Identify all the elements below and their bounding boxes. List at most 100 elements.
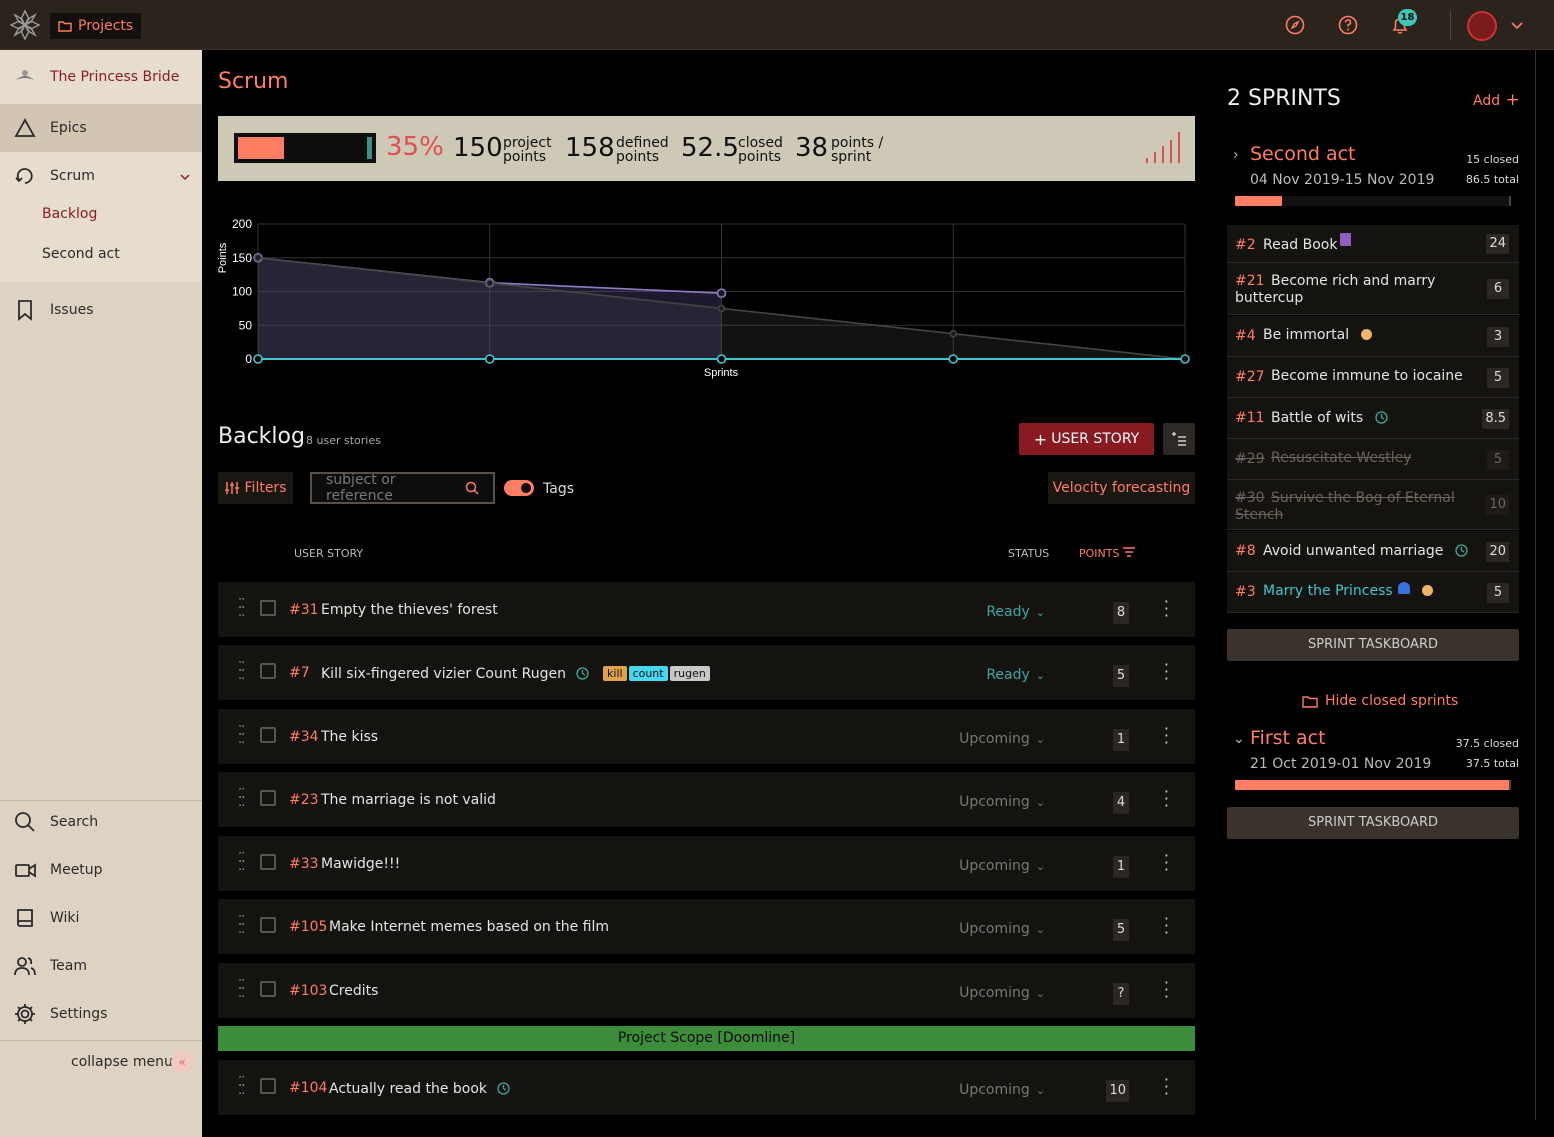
backlog-search-input[interactable]: subject or reference <box>310 472 495 504</box>
backlog-row[interactable]: ⁚⁚ ⁚⁚ #7 Kill six-fingered vizier Count Rug… <box>218 645 1195 700</box>
sprint-story-row[interactable]: #8 Avoid unwanted marriage 20 <box>1227 531 1519 572</box>
sidebar-item-epics[interactable]: Epics <box>0 104 202 152</box>
sprint-story-row[interactable]: #29 Resuscitate Westley 5 <box>1227 439 1519 480</box>
story-ref[interactable]: #104 <box>289 1080 327 1096</box>
story-subject[interactable]: Read Book <box>1263 233 1352 254</box>
backlog-row[interactable]: ⁚⁚ ⁚⁚ #33 Mawidge!!! Upcoming ⌄ 1 · · · <box>218 836 1195 891</box>
add-sprint-button[interactable]: Add + <box>1473 90 1520 110</box>
backlog-row[interactable]: ⁚⁚ ⁚⁚ #104 Actually read the book Upcoming ⌄ 1… <box>218 1060 1195 1115</box>
story-subject[interactable]: Survive the Bog of Eternal Stench <box>1235 490 1475 524</box>
backlog-row[interactable]: ⁚⁚ ⁚⁚ #105 Make Internet memes based on the… <box>218 899 1195 954</box>
story-subject[interactable]: Credits <box>329 983 378 999</box>
story-ref[interactable]: #8 <box>1235 543 1256 559</box>
backlog-row[interactable]: ⁚⁚ ⁚⁚ #31 Empty the thieves' forest Ready ⌄ 8 ·… <box>218 582 1195 637</box>
row-checkbox[interactable] <box>260 1078 276 1094</box>
drag-handle-icon[interactable]: ⁚⁚ ⁚⁚ <box>238 725 245 746</box>
story-ref[interactable]: #29 <box>1235 451 1265 467</box>
sprint-story-row[interactable]: #11 Battle of wits 8.5 <box>1227 398 1519 439</box>
sprint-story-row[interactable]: #21 Become rich and marry buttercup 6 <box>1227 263 1519 315</box>
sidebar-item-team[interactable]: Team <box>0 942 202 990</box>
more-options-icon[interactable]: · · · <box>1164 657 1169 687</box>
sidebar-item-wiki[interactable]: Wiki <box>0 894 202 942</box>
sprint-story-row[interactable]: #3 Marry the Princess 5 <box>1227 572 1519 613</box>
tags-toggle[interactable] <box>504 480 534 496</box>
chevron-right-icon[interactable]: › <box>1233 147 1239 163</box>
tag-kill[interactable]: kill <box>603 666 627 681</box>
story-ref[interactable]: #7 <box>289 665 310 681</box>
status-dropdown[interactable]: Upcoming ⌄ <box>959 985 1045 1001</box>
drag-handle-icon[interactable]: ⁚⁚ ⁚⁚ <box>238 598 245 619</box>
chevron-down-icon[interactable]: ⌄ <box>1233 731 1245 747</box>
story-ref[interactable]: #105 <box>289 919 327 935</box>
story-subject[interactable]: Make Internet memes based on the film <box>329 919 609 935</box>
sidebar-subitem-second-act[interactable]: Second act <box>42 246 120 262</box>
hide-closed-sprints-button[interactable]: Hide closed sprints <box>1302 693 1458 709</box>
drag-handle-icon[interactable]: ⁚⁚ ⁚⁚ <box>238 852 245 873</box>
story-points[interactable]: 1 <box>1113 856 1129 878</box>
more-options-icon[interactable]: · · · <box>1164 1072 1169 1102</box>
story-points[interactable]: 1 <box>1113 729 1129 751</box>
drag-handle-icon[interactable]: ⁚⁚ ⁚⁚ <box>238 788 245 809</box>
sidebar-item-settings[interactable]: Settings <box>0 990 202 1038</box>
story-subject[interactable]: Kill six-fingered vizier Count Rugen kill… <box>321 665 710 682</box>
sprint-taskboard-button[interactable]: SPRINT TASKBOARD <box>1227 629 1519 661</box>
sidebar-subitem-backlog[interactable]: Backlog <box>42 206 97 222</box>
status-dropdown[interactable]: Upcoming ⌄ <box>959 921 1045 937</box>
row-checkbox[interactable] <box>260 917 276 933</box>
row-checkbox[interactable] <box>260 854 276 870</box>
sprint-story-row[interactable]: #2 Read Book 24 <box>1227 225 1519 263</box>
sprint-story-row[interactable]: #30 Survive the Bog of Eternal Stench 10 <box>1227 480 1519 530</box>
more-options-icon[interactable]: · · · <box>1164 911 1169 941</box>
row-checkbox[interactable] <box>260 790 276 806</box>
story-subject[interactable]: The kiss <box>321 729 378 745</box>
collapse-menu-label[interactable]: collapse menu <box>71 1054 173 1070</box>
sidebar-item-search[interactable]: Search <box>0 798 202 846</box>
sidebar-item-scrum[interactable]: Scrum <box>0 152 202 200</box>
status-dropdown[interactable]: Ready ⌄ <box>986 667 1045 683</box>
sprint-taskboard-button[interactable]: SPRINT TASKBOARD <box>1227 807 1519 839</box>
story-ref[interactable]: #34 <box>289 729 319 745</box>
bulk-add-button[interactable] <box>1163 423 1195 455</box>
more-options-icon[interactable]: · · · <box>1164 848 1169 878</box>
row-checkbox[interactable] <box>260 981 276 997</box>
story-ref[interactable]: #27 <box>1235 369 1265 385</box>
story-subject[interactable]: Become immune to iocaine <box>1271 368 1463 385</box>
projects-button[interactable]: Projects <box>50 13 142 39</box>
drag-handle-icon[interactable]: ⁚⁚ ⁚⁚ <box>238 1076 245 1097</box>
status-dropdown[interactable]: Upcoming ⌄ <box>959 731 1045 747</box>
more-options-icon[interactable]: · · · <box>1164 721 1169 751</box>
column-header-points[interactable]: POINTS <box>1079 547 1135 560</box>
story-points[interactable]: 5 <box>1113 919 1129 941</box>
drag-handle-icon[interactable]: ⁚⁚ ⁚⁚ <box>238 661 245 682</box>
story-subject[interactable]: Avoid unwanted marriage <box>1263 542 1469 560</box>
story-points[interactable]: 8 <box>1113 602 1129 624</box>
story-subject[interactable]: Empty the thieves' forest <box>321 602 498 618</box>
sprint-story-row[interactable]: #27 Become immune to iocaine 5 <box>1227 357 1519 398</box>
backlog-row[interactable]: ⁚⁚ ⁚⁚ #34 The kiss Upcoming ⌄ 1 · · · <box>218 709 1195 764</box>
story-subject[interactable]: Marry the Princess <box>1263 582 1433 600</box>
taiga-logo-icon[interactable] <box>9 9 41 41</box>
story-ref[interactable]: #2 <box>1235 237 1256 253</box>
more-options-icon[interactable]: · · · <box>1164 594 1169 624</box>
status-dropdown[interactable]: Upcoming ⌄ <box>959 858 1045 874</box>
filters-button[interactable]: Filters <box>218 472 293 504</box>
story-ref[interactable]: #31 <box>289 602 319 618</box>
story-points[interactable]: ? <box>1113 983 1129 1005</box>
status-dropdown[interactable]: Upcoming ⌄ <box>959 1082 1045 1098</box>
story-subject[interactable]: Battle of wits <box>1271 409 1388 427</box>
story-subject[interactable]: The marriage is not valid <box>321 792 496 808</box>
help-icon[interactable] <box>1338 15 1358 35</box>
story-ref[interactable]: #33 <box>289 856 319 872</box>
story-ref[interactable]: #23 <box>289 792 319 808</box>
drag-handle-icon[interactable]: ⁚⁚ ⁚⁚ <box>238 979 245 1000</box>
sprint-story-row[interactable]: #4 Be immortal 3 <box>1227 316 1519 357</box>
row-checkbox[interactable] <box>260 727 276 743</box>
compass-icon[interactable] <box>1285 15 1305 35</box>
story-subject[interactable]: Actually read the book <box>329 1080 510 1097</box>
story-points[interactable]: 4 <box>1113 792 1129 814</box>
scrollbar[interactable] <box>1535 50 1536 1120</box>
story-points[interactable]: 10 <box>1106 1080 1129 1102</box>
status-dropdown[interactable]: Ready ⌄ <box>986 604 1045 620</box>
story-subject[interactable]: Resuscitate Westley <box>1271 450 1412 467</box>
velocity-forecasting-button[interactable]: Velocity forecasting <box>1048 472 1195 504</box>
